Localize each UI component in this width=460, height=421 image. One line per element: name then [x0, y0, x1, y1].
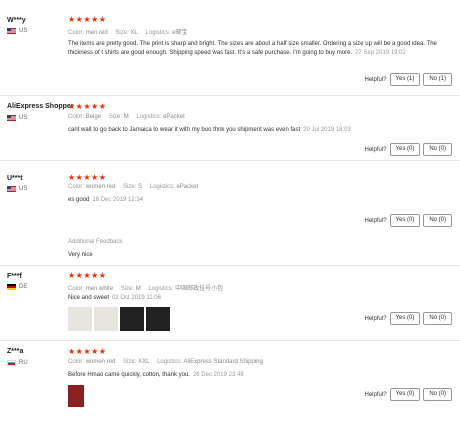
- star-rating: ★★★★★: [68, 271, 107, 280]
- review-item: AliExpress Shopper US ★★★★★ Color: Beige…: [0, 95, 460, 161]
- helpful-controls: Helpful? Yes (0) No (0): [365, 214, 452, 227]
- helpful-controls: Helpful? Yes (1) No (1): [365, 73, 452, 86]
- helpful-no-button[interactable]: No (0): [423, 214, 452, 227]
- review-photos: [68, 385, 84, 407]
- helpful-no-button[interactable]: No (0): [423, 143, 452, 156]
- review-text: cant wait to go back to Jamaica to wear …: [68, 127, 351, 133]
- reviewer-country: DE: [7, 284, 27, 290]
- review-item: W***y US ★★★★★ Color: men red Size: XL L…: [0, 0, 460, 96]
- review-date: 27 Sep 2019 19:02: [355, 50, 406, 56]
- review-text: Nice and sweet 02 Oct 2019 11:06: [68, 295, 161, 301]
- reviewer-name: F***f: [7, 273, 22, 280]
- review-attributes: Color: women red Size: S Logistics: ePac…: [68, 184, 199, 190]
- review-date: 20 Jul 2019 18:03: [303, 127, 351, 133]
- review-item: U***t US ★★★★★ Color: women red Size: S …: [0, 160, 460, 266]
- review-attributes: Color: Beige Size: M Logistics: ePacket: [68, 114, 185, 120]
- review-item: Z***a RU ★★★★★ Color: women red Size: XX…: [0, 340, 460, 421]
- helpful-no-button[interactable]: No (1): [423, 73, 452, 86]
- reviewer-name: W***y: [7, 17, 26, 24]
- review-photo[interactable]: [68, 385, 84, 407]
- reviewer-name: AliExpress Shopper: [7, 103, 74, 110]
- reviewer-country: US: [7, 115, 27, 121]
- star-rating: ★★★★★: [68, 173, 107, 182]
- review-date: 02 Oct 2019 11:06: [112, 295, 161, 301]
- review-attributes: Color: women red Size: XXL Logistics: Al…: [68, 359, 263, 365]
- reviewer-country: RU: [7, 360, 28, 366]
- review-text: The items are pretty good. The print is …: [68, 41, 437, 56]
- ru-flag-icon: [7, 360, 16, 366]
- review-item: F***f DE ★★★★★ Color: men white Size: M …: [0, 265, 460, 341]
- review-date: 26 Dec 2019 23:48: [192, 372, 244, 378]
- review-photo[interactable]: [146, 307, 170, 331]
- review-attributes: Color: men white Size: M Logistics: 中国邮政…: [68, 286, 224, 292]
- star-rating: ★★★★★: [68, 347, 107, 356]
- us-flag-icon: [7, 28, 16, 34]
- additional-feedback-title: Additional Feedback: [68, 239, 123, 245]
- helpful-no-button[interactable]: No (0): [423, 312, 452, 325]
- reviewer-name: Z***a: [7, 348, 24, 355]
- review-photo[interactable]: [94, 307, 118, 331]
- helpful-yes-button[interactable]: Yes (0): [389, 312, 421, 325]
- us-flag-icon: [7, 115, 16, 121]
- star-rating: ★★★★★: [68, 15, 107, 24]
- us-flag-icon: [7, 186, 16, 192]
- review-photos: [68, 307, 170, 331]
- reviewer-country: US: [7, 186, 27, 192]
- review-text: Before Hmao came quickly, cotton, thank …: [68, 372, 244, 378]
- reviewer-name: U***t: [7, 175, 23, 182]
- additional-feedback-text: Very nice: [68, 252, 93, 258]
- helpful-no-button[interactable]: No (0): [423, 388, 452, 401]
- helpful-yes-button[interactable]: Yes (1): [389, 73, 421, 86]
- reviewer-country: US: [7, 28, 27, 34]
- review-attributes: Color: men red Size: XL Logistics: e邮宝: [68, 30, 188, 36]
- helpful-yes-button[interactable]: Yes (0): [389, 388, 421, 401]
- star-rating: ★★★★★: [68, 102, 107, 111]
- helpful-yes-button[interactable]: Yes (0): [389, 143, 421, 156]
- helpful-yes-button[interactable]: Yes (0): [389, 214, 421, 227]
- review-date: 18 Dec 2019 12:34: [92, 197, 144, 203]
- review-text: es good 18 Dec 2019 12:34: [68, 197, 144, 203]
- de-flag-icon: [7, 284, 16, 290]
- review-photo[interactable]: [120, 307, 144, 331]
- helpful-controls: Helpful? Yes (0) No (0): [365, 312, 452, 325]
- review-photo[interactable]: [68, 307, 92, 331]
- helpful-controls: Helpful? Yes (0) No (0): [365, 388, 452, 401]
- helpful-controls: Helpful? Yes (0) No (0): [365, 143, 452, 156]
